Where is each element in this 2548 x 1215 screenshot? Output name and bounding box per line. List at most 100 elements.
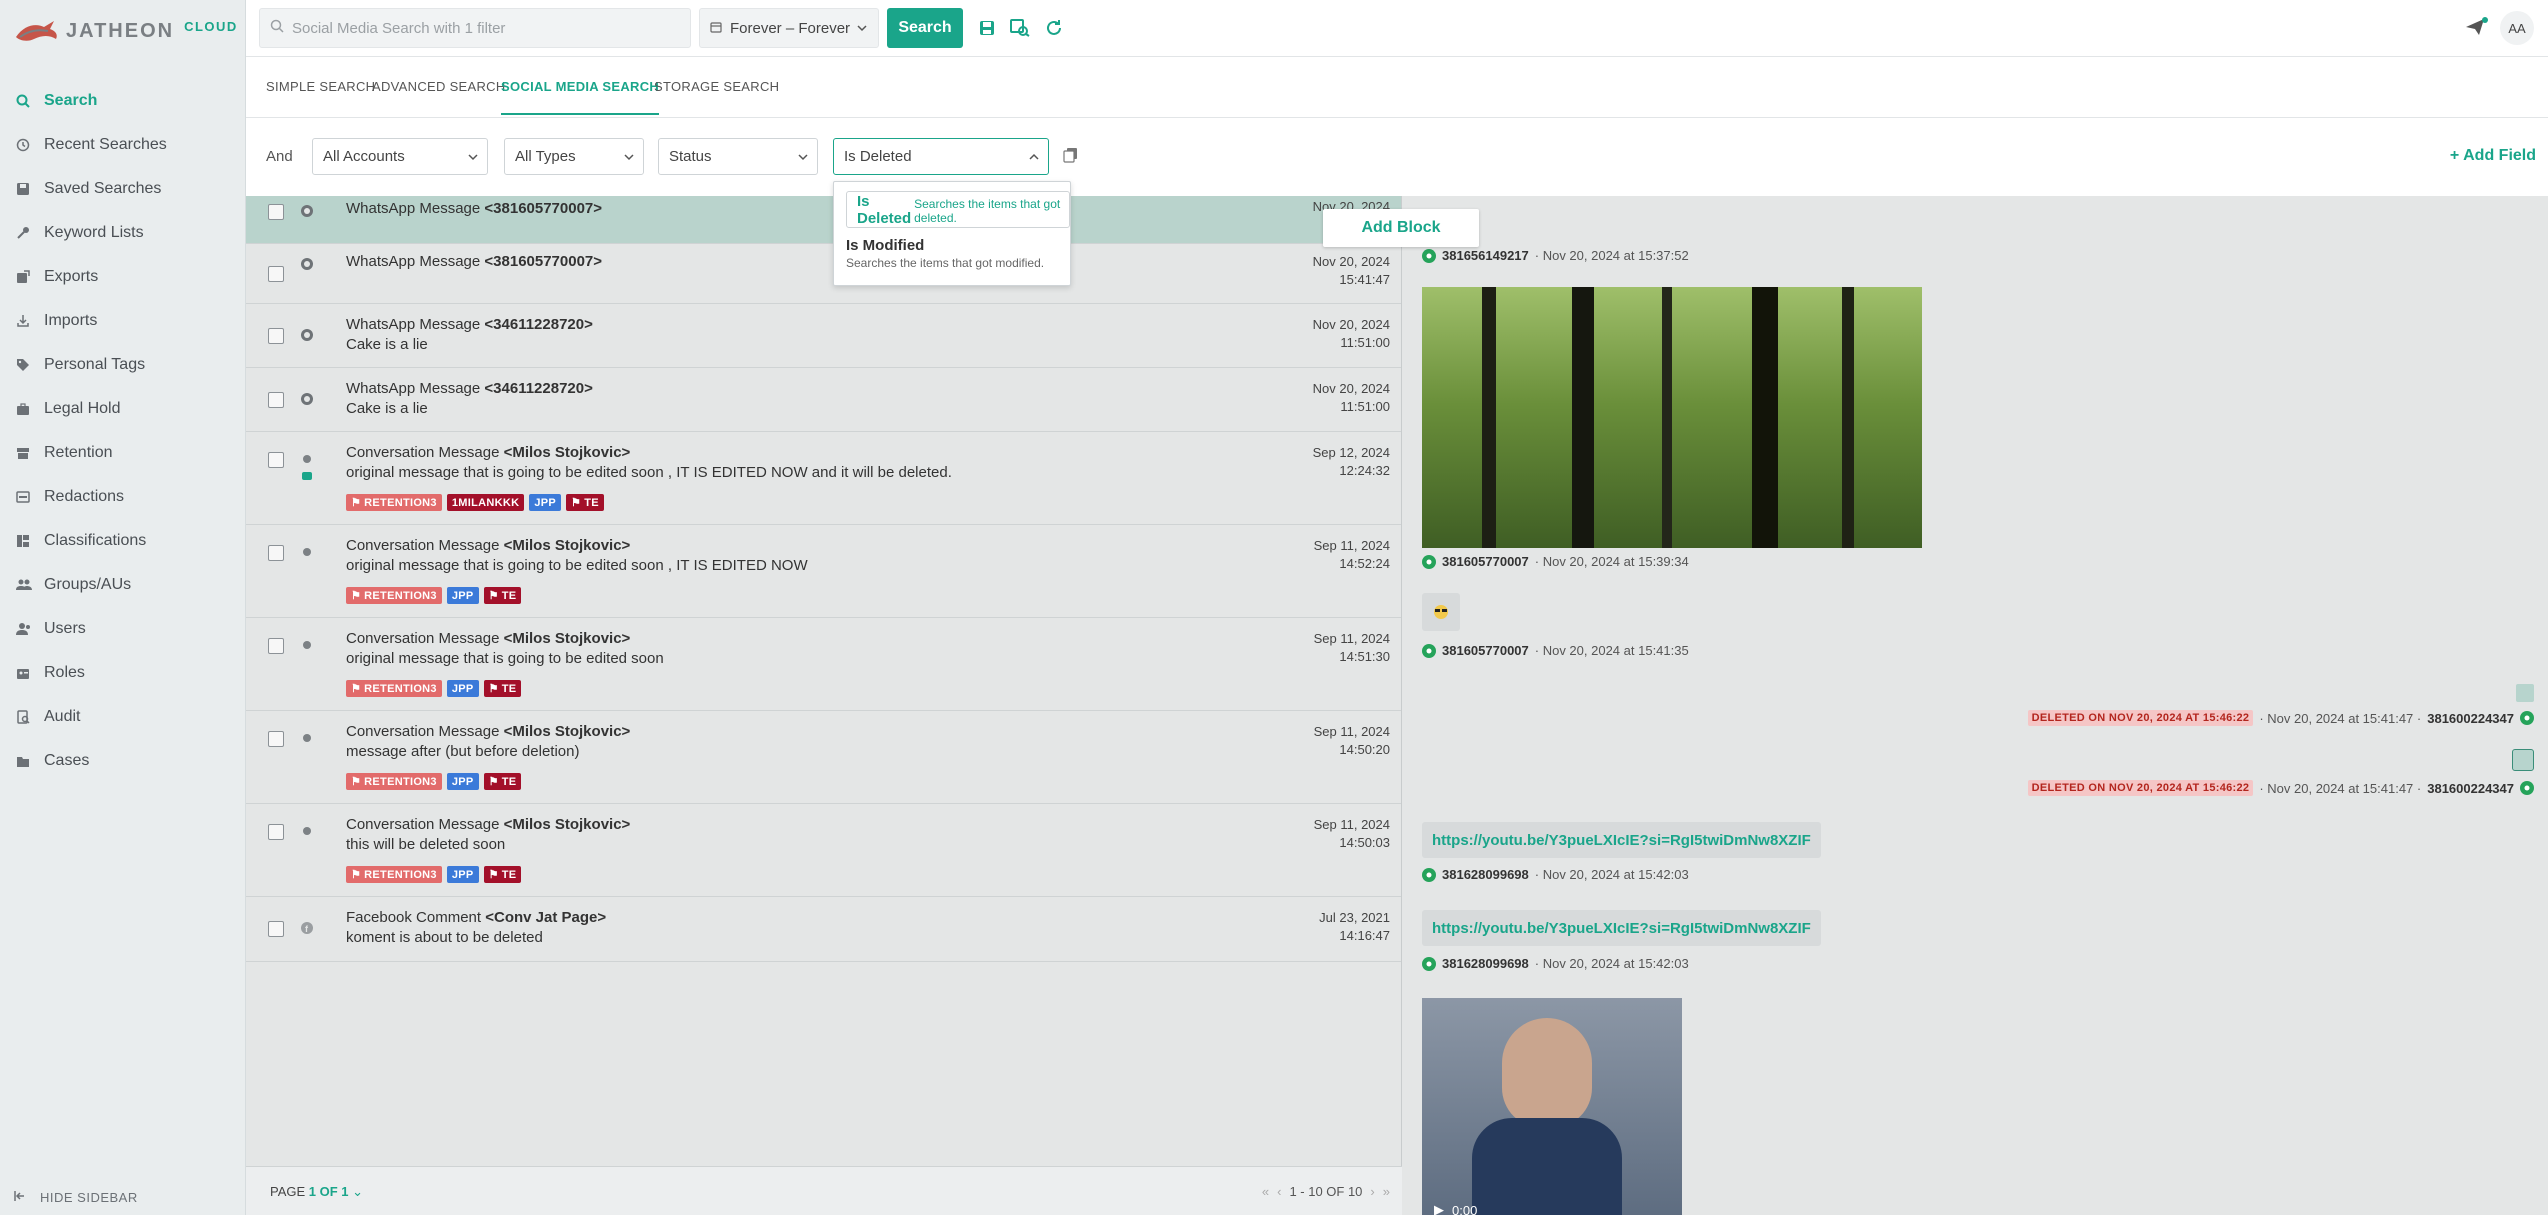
types-select[interactable]: All Types bbox=[504, 138, 644, 175]
video-player[interactable]: ▶ 0:00 bbox=[1422, 998, 1682, 1215]
sidebar-item-exports[interactable]: Exports bbox=[0, 255, 246, 299]
tab-simple-search[interactable]: SIMPLE SEARCH bbox=[266, 79, 375, 94]
row-checkbox[interactable] bbox=[268, 266, 284, 282]
tag-jpp[interactable]: JPP bbox=[446, 680, 479, 697]
roles-icon bbox=[16, 666, 44, 680]
tag-retention[interactable]: ⚑ RETENTION3 bbox=[346, 494, 442, 511]
list-item[interactable]: Conversation Message <Milos Stojkovic> o… bbox=[246, 618, 1401, 711]
add-block-button[interactable]: Add Block bbox=[1323, 209, 1479, 247]
facebook-icon: f bbox=[300, 921, 314, 935]
sidebar-item-roles[interactable]: Roles bbox=[0, 651, 246, 695]
sidebar-item-search[interactable]: Search bbox=[0, 79, 246, 123]
tag-te[interactable]: ⚑ TE bbox=[483, 773, 522, 790]
list-item[interactable]: Conversation Message <Milos Stojkovic> o… bbox=[246, 525, 1401, 618]
copy-icon[interactable] bbox=[1063, 147, 1079, 167]
prev-page-icon[interactable]: ‹ bbox=[1277, 1184, 1281, 1199]
sidebar-item-groups[interactable]: Groups/AUs bbox=[0, 563, 246, 607]
whatsapp-icon bbox=[1422, 554, 1436, 569]
groups-icon bbox=[16, 578, 44, 592]
search-button[interactable]: Search bbox=[887, 8, 963, 48]
list-item[interactable]: Conversation Message <Milos Stojkovic> m… bbox=[246, 711, 1401, 804]
sidebar-item-recent-searches[interactable]: Recent Searches bbox=[0, 123, 246, 167]
list-item[interactable]: Conversation Message <Milos Stojkovic> o… bbox=[246, 432, 1401, 525]
row-checkbox[interactable] bbox=[268, 452, 284, 468]
youtube-link[interactable]: https://youtu.be/Y3pueLXIcIE?si=RgI5twiD… bbox=[1422, 910, 1821, 946]
saved-searches-icon[interactable] bbox=[1009, 17, 1031, 39]
youtube-link[interactable]: https://youtu.be/Y3pueLXIcIE?si=RgI5twiD… bbox=[1422, 822, 1821, 858]
sidebar-item-users[interactable]: Users bbox=[0, 607, 246, 651]
sidebar-item-classifications[interactable]: Classifications bbox=[0, 519, 246, 563]
play-icon[interactable]: ▶ bbox=[1434, 1202, 1444, 1215]
tag-retention[interactable]: ⚑ RETENTION3 bbox=[346, 680, 442, 697]
row-title: Conversation Message <Milos Stojkovic> bbox=[346, 723, 631, 740]
list-item[interactable]: WhatsApp Message <34611228720> Cake is a… bbox=[246, 304, 1401, 368]
operator-label[interactable]: And bbox=[266, 148, 293, 165]
page-selector[interactable]: PAGE 1 OF 1 ⌄ bbox=[270, 1184, 363, 1200]
sidebar-item-imports[interactable]: Imports bbox=[0, 299, 246, 343]
dropdown-option-is-modified[interactable]: Is Modified Searches the items that got … bbox=[846, 237, 1044, 270]
date-range-select[interactable]: Forever – Forever bbox=[699, 8, 879, 48]
row-checkbox[interactable] bbox=[268, 731, 284, 747]
sidebar-item-audit[interactable]: Audit bbox=[0, 695, 246, 739]
sidebar-item-cases[interactable]: Cases bbox=[0, 739, 246, 783]
row-checkbox[interactable] bbox=[268, 204, 284, 220]
row-checkbox[interactable] bbox=[268, 392, 284, 408]
tag-te[interactable]: ⚑ TE bbox=[483, 866, 522, 883]
sidebar-item-saved-searches[interactable]: Saved Searches bbox=[0, 167, 246, 211]
tab-storage-search[interactable]: STORAGE SEARCH bbox=[654, 79, 779, 94]
tag-jpp[interactable]: JPP bbox=[446, 773, 479, 790]
deleted-badge: DELETED ON NOV 20, 2024 AT 15:46:22 bbox=[2027, 780, 2254, 796]
jatheon-logo[interactable]: JATHEON CLOUD bbox=[14, 14, 238, 48]
hide-sidebar-button[interactable]: HIDE SIDEBAR bbox=[14, 1190, 138, 1205]
tag-te[interactable]: ⚑ TE bbox=[566, 494, 604, 511]
notifications-send-icon[interactable] bbox=[2464, 16, 2488, 42]
list-item[interactable]: Conversation Message <Milos Stojkovic> t… bbox=[246, 804, 1401, 897]
tag-te[interactable]: ⚑ TE bbox=[483, 680, 522, 697]
row-title: Facebook Comment <Conv Jat Page> bbox=[346, 909, 607, 926]
list-item[interactable]: WhatsApp Message <34611228720> Cake is a… bbox=[246, 368, 1401, 432]
sidebar-item-keyword-lists[interactable]: Keyword Lists bbox=[0, 211, 246, 255]
tag-jpp[interactable]: JPP bbox=[529, 494, 562, 511]
row-checkbox[interactable] bbox=[268, 638, 284, 654]
tag-retention[interactable]: ⚑ RETENTION3 bbox=[346, 773, 442, 790]
status-select[interactable]: Status bbox=[658, 138, 818, 175]
forest-image[interactable] bbox=[1422, 287, 1922, 548]
sidebar-item-retention[interactable]: Retention bbox=[0, 431, 246, 475]
retention-icon bbox=[16, 446, 44, 460]
tag-retention[interactable]: ⚑ RETENTION3 bbox=[346, 587, 442, 604]
tag-te[interactable]: ⚑ TE bbox=[483, 587, 522, 604]
emoji-sticker[interactable] bbox=[1422, 593, 1460, 631]
tag-milankkk[interactable]: 1MILANKKK bbox=[446, 494, 525, 511]
refresh-icon[interactable] bbox=[1043, 17, 1065, 39]
list-item[interactable]: WhatsApp Message <381605770007> Nov 20, … bbox=[246, 244, 1401, 304]
add-field-button[interactable]: + Add Field bbox=[2450, 147, 2536, 165]
save-search-icon[interactable] bbox=[976, 17, 998, 39]
tag-jpp[interactable]: JPP bbox=[446, 866, 479, 883]
search-input[interactable]: Social Media Search with 1 filter bbox=[259, 8, 691, 48]
avatar[interactable]: AA bbox=[2500, 11, 2534, 45]
accounts-select[interactable]: All Accounts bbox=[312, 138, 488, 175]
sidebar-item-label: Exports bbox=[44, 268, 99, 285]
tag-jpp[interactable]: JPP bbox=[446, 587, 479, 604]
tab-social-media-search[interactable]: SOCIAL MEDIA SEARCH bbox=[501, 79, 660, 115]
deleted-attachment[interactable] bbox=[2516, 684, 2534, 702]
row-checkbox[interactable] bbox=[268, 545, 284, 561]
tab-advanced-search[interactable]: ADVANCED SEARCH bbox=[372, 79, 506, 94]
last-page-icon[interactable]: » bbox=[1383, 1184, 1390, 1199]
row-checkbox[interactable] bbox=[268, 921, 284, 937]
tag-retention[interactable]: ⚑ RETENTION3 bbox=[346, 866, 442, 883]
list-item[interactable]: f Facebook Comment <Conv Jat Page> komen… bbox=[246, 897, 1401, 962]
deleted-select[interactable]: Is Deleted bbox=[833, 138, 1049, 175]
first-page-icon[interactable]: « bbox=[1262, 1184, 1269, 1199]
row-tags: ⚑ RETENTION3 JPP ⚑ TE bbox=[346, 773, 522, 790]
sidebar-item-legal-hold[interactable]: Legal Hold bbox=[0, 387, 246, 431]
search-icon bbox=[270, 19, 284, 37]
sidebar-item-personal-tags[interactable]: Personal Tags bbox=[0, 343, 246, 387]
sidebar-item-redactions[interactable]: Redactions bbox=[0, 475, 246, 519]
next-page-icon[interactable]: › bbox=[1370, 1184, 1374, 1199]
list-item[interactable]: WhatsApp Message <381605770007> Nov 20, … bbox=[246, 196, 1401, 244]
dropdown-option-is-deleted[interactable]: Is Deleted Searches the items that got d… bbox=[846, 191, 1070, 228]
deleted-attachment[interactable] bbox=[2512, 749, 2534, 771]
row-checkbox[interactable] bbox=[268, 328, 284, 344]
row-checkbox[interactable] bbox=[268, 824, 284, 840]
